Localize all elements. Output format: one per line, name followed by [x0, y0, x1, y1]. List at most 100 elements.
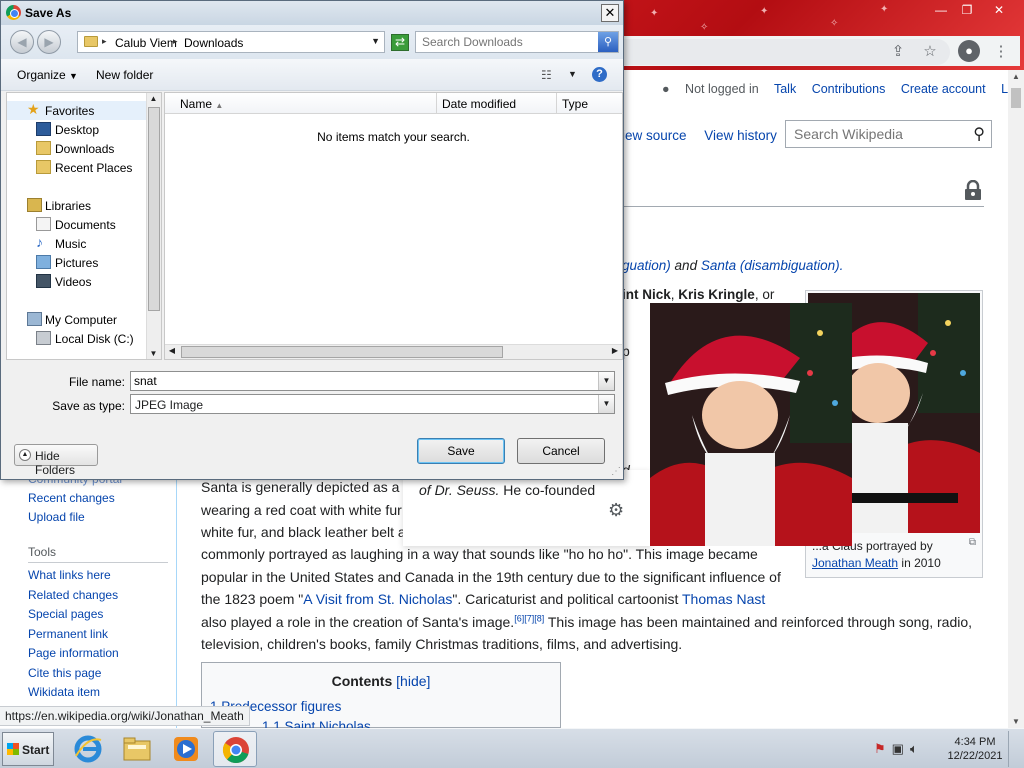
- enlarge-icon[interactable]: ⧉: [969, 537, 976, 548]
- page-scroll-thumb[interactable]: [1011, 88, 1021, 108]
- help-icon[interactable]: ?: [592, 67, 607, 82]
- scroll-right-icon[interactable]: ▶: [608, 346, 622, 355]
- search-input[interactable]: [422, 35, 592, 49]
- clock-date[interactable]: 12/22/2021: [946, 750, 1004, 762]
- taskbar-internet-explorer[interactable]: [66, 731, 110, 767]
- wiki-search-box[interactable]: ⚲: [785, 120, 992, 148]
- profile-avatar-icon[interactable]: ●: [958, 40, 980, 62]
- sidebar-item-cite-this-page[interactable]: Cite this page: [28, 666, 101, 680]
- close-icon[interactable]: ✕: [601, 4, 619, 22]
- taskbar-file-explorer[interactable]: [115, 731, 159, 767]
- sidebar-item-favorites[interactable]: ★ Favorites: [7, 101, 147, 120]
- talk-link[interactable]: Talk: [774, 82, 796, 96]
- scroll-down-icon[interactable]: ▼: [147, 349, 160, 358]
- file-name-field[interactable]: ▼: [130, 371, 615, 391]
- sidebar-item-permanent-link[interactable]: Permanent link: [28, 627, 108, 641]
- visit-from-st-nicholas-link[interactable]: A Visit from St. Nicholas: [303, 591, 452, 607]
- gear-icon[interactable]: ⚙: [608, 500, 624, 521]
- taskbar-media-player[interactable]: [164, 731, 208, 767]
- network-icon[interactable]: ▣: [892, 741, 910, 756]
- page-scrollbar[interactable]: ▲ ▼: [1008, 70, 1024, 728]
- clock-time[interactable]: 4:34 PM: [950, 736, 1000, 748]
- scroll-down-icon[interactable]: ▼: [1008, 717, 1024, 726]
- scroll-left-icon[interactable]: ◀: [165, 346, 179, 355]
- window-close-icon[interactable]: ✕: [986, 2, 1012, 18]
- sidebar-item-page-information[interactable]: Page information: [28, 646, 119, 660]
- column-type[interactable]: Type: [557, 93, 622, 114]
- scroll-up-icon[interactable]: ▲: [1008, 72, 1024, 81]
- hide-folders-button[interactable]: ▲ Hide Folders: [14, 444, 98, 477]
- restore-icon[interactable]: ❐: [954, 2, 980, 18]
- breadcrumb[interactable]: ▸ Calub Viem ▸ Downloads ▼: [77, 31, 385, 53]
- sidebar-item-my-computer[interactable]: My Computer: [7, 310, 147, 329]
- chevron-down-icon[interactable]: ▼: [598, 372, 614, 390]
- chevron-down-icon[interactable]: ▼: [598, 395, 614, 413]
- forward-arrow-icon[interactable]: ▶: [37, 30, 61, 54]
- volume-icon[interactable]: 🔈︎: [910, 741, 924, 756]
- hatnote-link-b[interactable]: Santa (disambiguation).: [701, 258, 844, 273]
- jonathan-meath-link[interactable]: Jonathan Meath: [812, 556, 898, 570]
- hscroll-thumb[interactable]: [181, 346, 503, 358]
- thomas-nast-link[interactable]: Thomas Nast: [682, 591, 765, 607]
- tab-view-history[interactable]: View history: [704, 128, 777, 143]
- nav-scroll-thumb[interactable]: [148, 107, 160, 311]
- chevron-down-icon[interactable]: ▼: [568, 69, 577, 79]
- page-preview-popup[interactable]: of Dr. Seuss. He co-founded ⚙: [403, 470, 651, 546]
- sidebar-item-pictures[interactable]: Pictures: [7, 253, 147, 272]
- minimize-icon[interactable]: —: [928, 2, 954, 18]
- file-list-pane[interactable]: Name ▲ Date modified Type No items match…: [164, 92, 623, 360]
- chevron-right-icon[interactable]: ▸: [173, 36, 178, 47]
- bookmark-star-icon[interactable]: ☆: [919, 42, 941, 60]
- show-desktop-button[interactable]: [1008, 731, 1022, 767]
- column-date-modified[interactable]: Date modified: [437, 93, 557, 114]
- breadcrumb-item[interactable]: Downloads: [184, 36, 243, 50]
- sidebar-item-wikidata-item[interactable]: Wikidata item: [28, 685, 100, 699]
- sidebar-item-related-changes[interactable]: Related changes: [28, 588, 118, 602]
- view-options-icon[interactable]: ☷: [541, 68, 552, 82]
- scroll-up-icon[interactable]: ▲: [147, 94, 160, 103]
- cancel-button[interactable]: Cancel: [517, 438, 605, 464]
- menu-kebab-icon[interactable]: ⋮: [990, 42, 1012, 60]
- sidebar-item-recent-places[interactable]: Recent Places: [7, 158, 147, 177]
- sidebar-item-upload-file[interactable]: Upload file: [28, 510, 85, 524]
- file-name-input[interactable]: [134, 374, 584, 388]
- chevron-right-icon[interactable]: ▸: [102, 36, 107, 47]
- sidebar-item-local-disk[interactable]: Local Disk (C:): [7, 329, 147, 348]
- citation-links[interactable]: [6][7][8]: [514, 613, 544, 623]
- tab-view-source[interactable]: iew source: [622, 128, 687, 143]
- new-folder-button[interactable]: New folder: [96, 68, 153, 82]
- save-button[interactable]: Save: [417, 438, 505, 464]
- taskbar-chrome[interactable]: [213, 731, 257, 767]
- sidebar-item-videos[interactable]: Videos: [7, 272, 147, 291]
- file-list-hscrollbar[interactable]: ◀ ▶: [165, 344, 622, 359]
- column-name[interactable]: Name ▲: [165, 93, 437, 114]
- contributions-link[interactable]: Contributions: [812, 82, 886, 96]
- share-icon[interactable]: ⇪: [887, 42, 909, 60]
- refresh-icon[interactable]: ⇄: [391, 34, 409, 51]
- sidebar-item-documents[interactable]: Documents: [7, 215, 147, 234]
- sidebar-item-what-links-here[interactable]: What links here: [28, 568, 111, 582]
- save-type-select[interactable]: JPEG Image ▼: [130, 394, 615, 414]
- tray-icons[interactable]: ⚑▣🔈︎: [874, 741, 924, 757]
- sidebar-item-music[interactable]: ♪ Music: [7, 234, 147, 253]
- start-button[interactable]: Start: [2, 732, 54, 766]
- toc-hide-link[interactable]: [hide]: [396, 673, 430, 689]
- back-arrow-icon[interactable]: ◀: [10, 30, 34, 54]
- dialog-titlebar[interactable]: Save As ✕: [1, 1, 623, 25]
- sidebar-item-downloads[interactable]: Downloads: [7, 139, 147, 158]
- wiki-search-input[interactable]: [794, 126, 964, 142]
- sidebar-item-libraries[interactable]: Libraries: [7, 196, 147, 215]
- action-center-icon[interactable]: ⚑: [874, 741, 892, 756]
- resize-grip-icon[interactable]: ⋰: [611, 466, 621, 477]
- search-icon[interactable]: ⚲: [598, 32, 618, 52]
- chevron-down-icon[interactable]: ▼: [371, 36, 380, 46]
- nav-pane-scrollbar[interactable]: ▲ ▼: [146, 93, 161, 359]
- breadcrumb-item[interactable]: Calub Viem: [115, 36, 177, 50]
- hatnote-link-a[interactable]: guation): [622, 258, 671, 273]
- sidebar-item-recent-changes[interactable]: Recent changes: [28, 491, 115, 505]
- dragged-santa-image[interactable]: [650, 303, 852, 546]
- search-icon[interactable]: ⚲: [973, 124, 985, 144]
- search-field[interactable]: ⚲: [415, 31, 619, 53]
- sidebar-item-special-pages[interactable]: Special pages: [28, 607, 103, 621]
- organize-button[interactable]: Organize ▼: [17, 68, 78, 82]
